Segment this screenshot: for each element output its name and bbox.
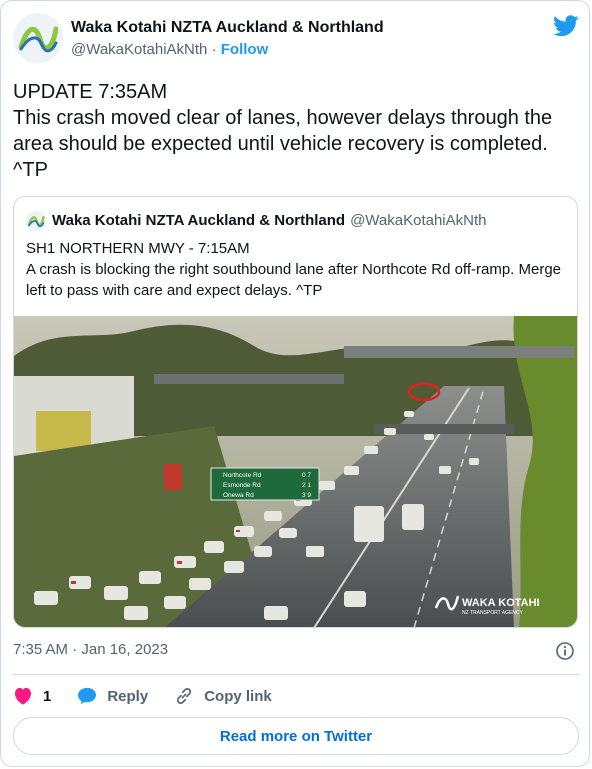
quoted-header: Waka Kotahi NZTA Auckland & Northland @W… [26, 211, 486, 231]
author-meta: @WakaKotahiAkNth · Follow [71, 40, 384, 60]
overhead-bridge [344, 346, 574, 358]
reply-label: Reply [107, 687, 149, 705]
like-button[interactable]: 1 [13, 687, 51, 705]
quoted-author-name: Waka Kotahi NZTA Auckland & Northland [52, 212, 346, 229]
quoted-line: A crash is blocking the right southbound… [26, 261, 562, 299]
watermark-title: WAKA KOTAHI [462, 597, 540, 609]
copy-link-label: Copy link [204, 687, 272, 705]
sign-time: 3 9 [302, 492, 311, 499]
follow-button[interactable]: Follow [221, 41, 269, 58]
sign-place: Esmonde Rd [223, 482, 261, 489]
quoted-avatar [26, 211, 46, 231]
reply-button[interactable]: Reply [77, 687, 148, 705]
watermark-subtitle: NZ TRANSPORT AGENCY [462, 610, 524, 616]
read-more-button[interactable]: Read more on Twitter [13, 717, 579, 755]
tweet-card: Waka Kotahi NZTA Auckland & Northland @W… [0, 0, 590, 767]
heart-icon [15, 687, 31, 705]
reply-bubble-icon [78, 687, 97, 705]
waka-kotahi-logo-icon [27, 216, 45, 228]
traffic-camera-photo[interactable]: Northcote Rd 0 7 Esmonde Rd 2 1 Onewa Rd… [14, 316, 577, 628]
link-icon [177, 688, 192, 704]
sign-time: 2 1 [302, 482, 311, 489]
quoted-line: SH1 NORTHERN MWY - 7:15AM [26, 240, 250, 257]
author-handle[interactable]: @WakaKotahiAkNth [71, 41, 207, 58]
overhead-gantry [154, 374, 344, 384]
quoted-author-handle: @WakaKotahiAkNth [350, 212, 487, 229]
twitter-bird-icon[interactable] [553, 15, 579, 37]
tweet-body: UPDATE 7:35AM This crash moved clear of … [13, 79, 578, 183]
sign-time: 0 7 [302, 472, 311, 479]
sign-place: Onewa Rd [223, 492, 254, 499]
info-icon[interactable] [555, 641, 575, 661]
sign-place: Northcote Rd [223, 472, 262, 479]
tweet-timestamp[interactable]: 7:35 AM · Jan 16, 2023 [13, 641, 168, 658]
quoted-body: SH1 NORTHERN MWY - 7:15AM A crash is blo… [26, 238, 564, 301]
author-block: Waka Kotahi NZTA Auckland & Northland @W… [71, 18, 384, 60]
divider [13, 674, 579, 675]
yellow-banner [36, 411, 91, 451]
tweet-actions: 1 Reply Copy link [13, 685, 298, 707]
copy-link-button[interactable]: Copy link [174, 686, 272, 706]
tweet-header: Waka Kotahi NZTA Auckland & Northland @W… [13, 11, 583, 67]
like-count: 1 [43, 687, 52, 705]
quoted-tweet[interactable]: Waka Kotahi NZTA Auckland & Northland @W… [13, 196, 578, 628]
author-avatar[interactable] [13, 13, 63, 63]
tweet-line: This crash moved clear of lanes, however… [13, 107, 553, 181]
separator-dot: · [211, 41, 217, 58]
author-name[interactable]: Waka Kotahi NZTA Auckland & Northland [71, 18, 384, 38]
tweet-line: UPDATE 7:35AM [13, 81, 168, 103]
waka-kotahi-logo-icon [18, 26, 58, 53]
